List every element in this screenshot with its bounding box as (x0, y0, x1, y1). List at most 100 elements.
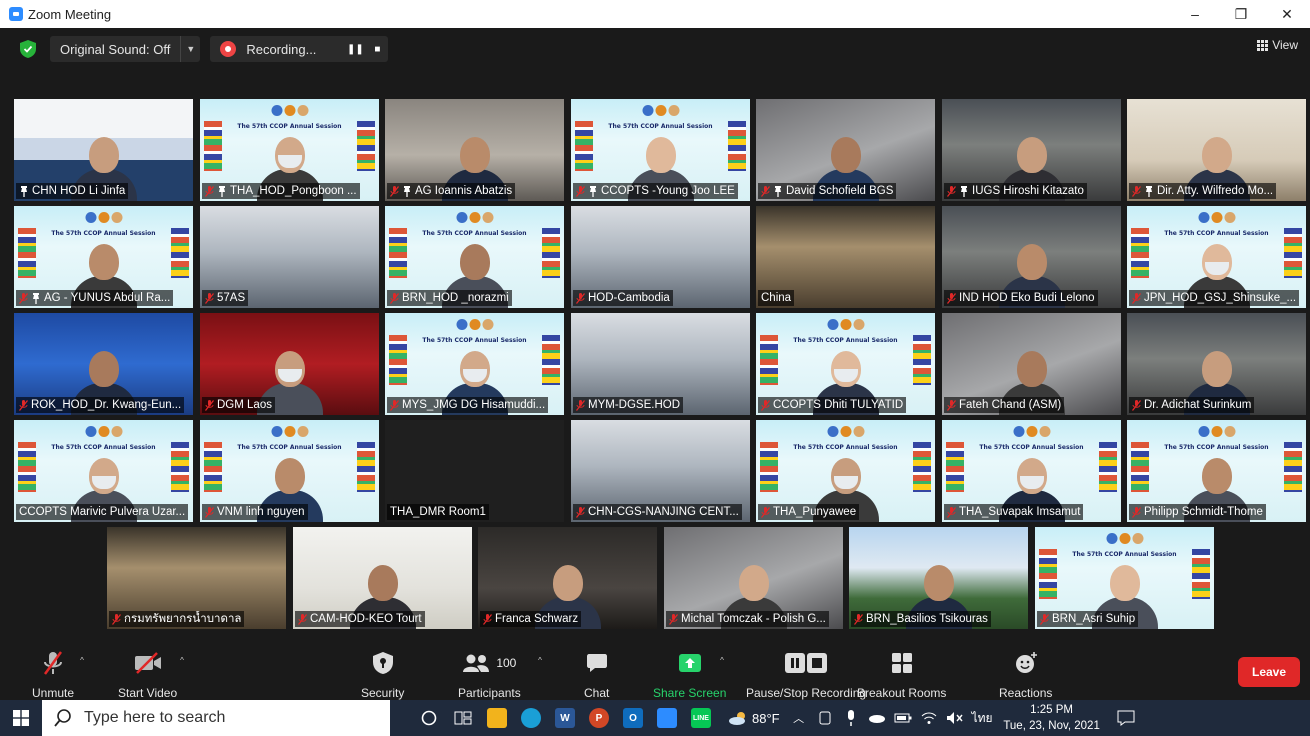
participant-tile[interactable]: BRN_Basilios Tsikouras (849, 527, 1028, 629)
windows-taskbar: Type here to search W P O LINE 88°F ︿ ไท… (0, 700, 1310, 736)
pause-stop-recording-button[interactable]: Pause/Stop Recording (746, 648, 866, 700)
participant-tile[interactable]: The 57th CCOP Annual Session THA_Punyawee (756, 420, 935, 522)
participant-tile[interactable]: AG Ioannis Abatzis (385, 99, 564, 201)
participant-tile[interactable]: ROK_HOD_Dr. Kwang-Eun... (14, 313, 193, 415)
participant-tile[interactable]: China (756, 206, 935, 308)
pause-recording-icon[interactable]: ❚❚ (344, 36, 366, 62)
word-icon[interactable]: W (548, 700, 582, 736)
file-explorer-icon[interactable] (480, 700, 514, 736)
chat-button[interactable]: Chat (584, 648, 609, 700)
line-app-icon[interactable]: LINE (684, 700, 718, 736)
participant-name: CHN-CGS-NANJING CENT... (588, 506, 739, 518)
stop-recording-icon[interactable]: ■ (366, 36, 388, 62)
participant-tile[interactable]: The 57th CCOP Annual Session CCOPTS Dhiti… (756, 313, 935, 415)
pin-icon (961, 185, 967, 197)
participant-name-tag: 57AS (202, 290, 249, 306)
participant-name-tag: AG Ioannis Abatzis (387, 183, 516, 199)
participant-tile[interactable]: IUGS Hiroshi Kitazato (942, 99, 1121, 201)
participant-tile[interactable]: CHN HOD Li Jinfa (14, 99, 193, 201)
participant-name-tag: CAM-HOD-KEO Tourt (295, 611, 425, 627)
original-sound-button[interactable]: Original Sound: Off ▼ (50, 36, 201, 62)
share-screen-button[interactable]: Share Screen (653, 648, 726, 700)
participant-tile[interactable]: CHN-CGS-NANJING CENT... (571, 420, 750, 522)
participants-button[interactable]: 100 Participants (458, 648, 521, 700)
taskbar-search[interactable]: Type here to search (42, 700, 390, 736)
participant-tile[interactable]: The 57th CCOP Annual Session AG - YUNUS A… (14, 206, 193, 308)
breakout-rooms-button[interactable]: Breakout Rooms (857, 648, 946, 700)
view-button[interactable]: View (1257, 38, 1298, 52)
wifi-icon[interactable] (916, 700, 942, 736)
unmute-button[interactable]: Unmute (32, 648, 74, 700)
participant-tile[interactable]: The 57th CCOP Annual Session THA_HOD_Pong… (200, 99, 379, 201)
battery-icon[interactable] (890, 700, 916, 736)
participant-tile[interactable]: The 57th CCOP Annual Session CCOPTS Mariv… (14, 420, 193, 522)
participant-tile[interactable]: Dir. Atty. Wilfredo Mo... (1127, 99, 1306, 201)
weather-temperature[interactable]: 88°F (752, 711, 780, 726)
participant-tile[interactable]: David Schofield BGS (756, 99, 935, 201)
windows-start-icon[interactable] (0, 700, 42, 736)
participant-tile[interactable]: HOD-Cambodia (571, 206, 750, 308)
participant-tile[interactable]: MYM-DGSE.HOD (571, 313, 750, 415)
system-clock[interactable]: 1:25 PM Tue, 23, Nov, 2021 (1001, 702, 1103, 734)
muted-mic-icon (669, 613, 678, 625)
participant-tile[interactable]: The 57th CCOP Annual Session MYS_JMG DG H… (385, 313, 564, 415)
leave-button[interactable]: Leave (1238, 657, 1300, 687)
participant-tile[interactable]: กรมทรัพยากรน้ำบาดาล (107, 527, 286, 629)
participant-name: THA_DMR Room1 (390, 506, 486, 518)
zoom-taskbar-icon[interactable] (650, 700, 684, 736)
minimize-button[interactable]: – (1172, 0, 1218, 28)
participant-tile[interactable]: Michal Tomczak - Polish G... (664, 527, 843, 629)
powerpoint-icon[interactable]: P (582, 700, 616, 736)
participant-name: BRN_Asri Suhip (1052, 613, 1136, 625)
zoom-app-icon (9, 7, 23, 21)
participant-tile[interactable]: DGM Laos (200, 313, 379, 415)
outlook-icon[interactable]: O (616, 700, 650, 736)
close-button[interactable]: ✕ (1264, 0, 1310, 28)
onedrive-cloud-icon[interactable] (864, 700, 890, 736)
microphone-icon[interactable] (838, 700, 864, 736)
notifications-icon[interactable] (1109, 700, 1143, 736)
input-language[interactable]: ไทย (972, 709, 993, 728)
participant-tile[interactable]: The 57th CCOP Annual Session BRN_HOD _nor… (385, 206, 564, 308)
muted-mic-icon (1132, 185, 1141, 197)
participant-tile[interactable]: Fateh Chand (ASM) (942, 313, 1121, 415)
participant-tile[interactable]: The 57th CCOP Annual Session BRN_Asri Suh… (1035, 527, 1214, 629)
weather-cloud-icon[interactable] (726, 700, 752, 736)
participant-name: THA_HOD_Pongboon ... (230, 185, 357, 197)
participant-name: Franca Schwarz (495, 613, 579, 625)
participant-tile[interactable]: The 57th CCOP Annual Session JPN_HOD_GSJ_… (1127, 206, 1306, 308)
restore-button[interactable]: ❐ (1218, 0, 1264, 28)
participant-tile[interactable]: The 57th CCOP Annual Session CCOPTS -Youn… (571, 99, 750, 201)
participant-name-tag: DGM Laos (202, 397, 275, 413)
edge-browser-icon[interactable] (514, 700, 548, 736)
cortana-icon[interactable] (412, 700, 446, 736)
participant-tile[interactable]: 57AS (200, 206, 379, 308)
participant-name-tag: CCOPTS Dhiti TULYATID (758, 397, 907, 413)
participant-name: HOD-Cambodia (588, 292, 670, 304)
participant-tile[interactable]: The 57th CCOP Annual Session Philipp Schm… (1127, 420, 1306, 522)
phone-link-icon[interactable] (812, 700, 838, 736)
security-button[interactable]: Security (361, 648, 404, 700)
speaker-muted-icon[interactable] (942, 700, 968, 736)
encryption-shield-icon[interactable] (20, 40, 36, 58)
pause-stop-recording-label: Pause/Stop Recording (746, 686, 867, 700)
muted-mic-icon (576, 185, 585, 197)
flags-left (760, 335, 778, 385)
muted-mic-icon (205, 399, 214, 411)
ccop-logos-icon (1013, 426, 1050, 437)
task-view-icon[interactable] (446, 700, 480, 736)
participant-tile[interactable]: CAM-HOD-KEO Tourt (293, 527, 472, 629)
chevron-up-icon[interactable]: ︿ (786, 700, 812, 736)
participant-tile[interactable]: Dr. Adichat Surinkum (1127, 313, 1306, 415)
participant-tile[interactable]: Franca Schwarz (478, 527, 657, 629)
participant-tile[interactable]: THA_DMR Room1 (385, 420, 564, 522)
start-video-button[interactable]: Start Video (118, 648, 177, 700)
flags-right (357, 442, 375, 492)
participant-tile[interactable]: IND HOD Eko Budi Lelono (942, 206, 1121, 308)
share-screen-icon (678, 648, 702, 678)
muted-mic-icon (576, 292, 585, 304)
participant-tile[interactable]: The 57th CCOP Annual Session THA_Suvapak … (942, 420, 1121, 522)
chevron-down-icon[interactable]: ▼ (180, 36, 200, 62)
participant-tile[interactable]: The 57th CCOP Annual Session VNM linh ngu… (200, 420, 379, 522)
reactions-button[interactable]: Reactions (999, 648, 1052, 700)
